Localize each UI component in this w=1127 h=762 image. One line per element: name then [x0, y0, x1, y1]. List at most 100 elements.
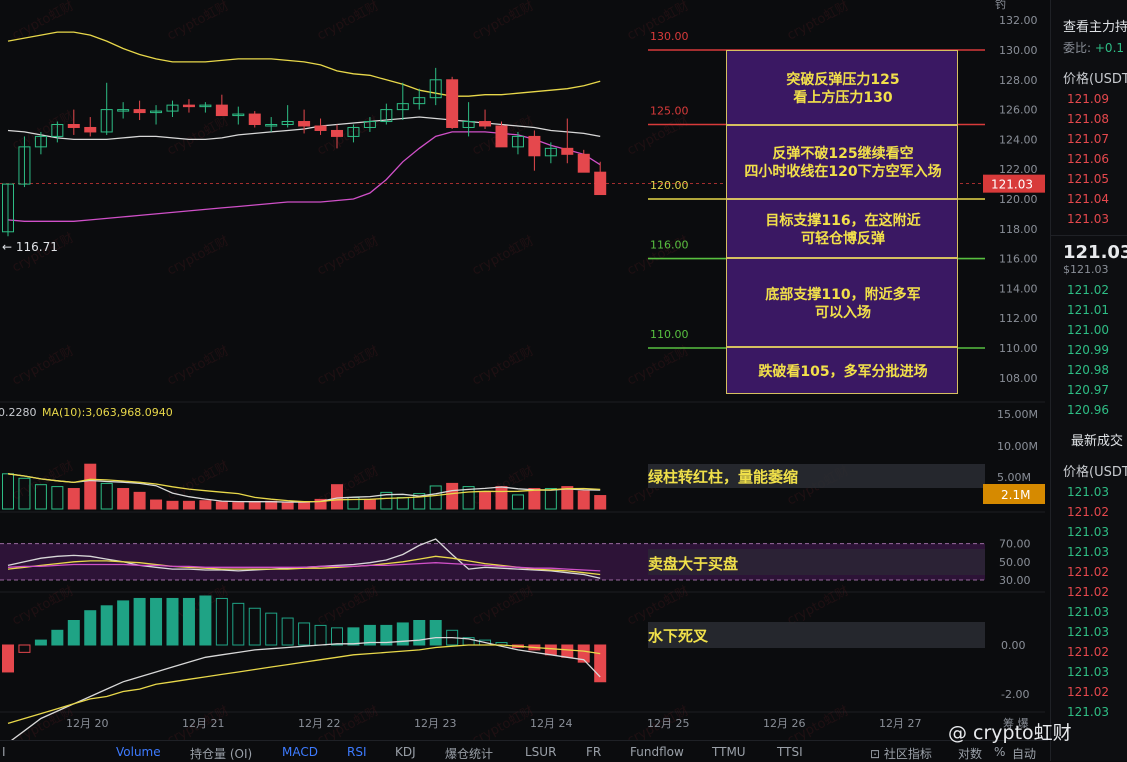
watermark-text: crypto虹财	[470, 0, 537, 44]
toolbar-item-6[interactable]: LSUR	[525, 745, 556, 759]
volume-bar	[577, 490, 590, 510]
trade-row: 121.03	[1067, 665, 1109, 679]
auto-toggle[interactable]: 自动	[1012, 745, 1036, 762]
price-tick: 118.00	[999, 223, 1038, 236]
toolbar-item-8[interactable]: Fundflow	[630, 745, 684, 759]
trade-row: 121.02	[1067, 585, 1109, 599]
trade-row: 121.03	[1067, 485, 1109, 499]
watermark-text: crypto虹财	[625, 344, 692, 389]
candle-body	[479, 121, 492, 127]
watermark-text: crypto虹财	[315, 234, 382, 279]
volume-bar	[232, 502, 245, 510]
macd-note: 水下死叉	[648, 627, 709, 645]
trades-header[interactable]: 最新成交	[1051, 430, 1127, 449]
toolbar-item-0[interactable]: Volume	[116, 745, 161, 759]
candle-body	[495, 125, 508, 148]
volume-bar	[67, 488, 80, 510]
volume-bar	[298, 501, 311, 510]
time-axis[interactable]: 12月 20 12月 21 12月 22 12月 23 12月 24 12月 25 12月 …	[66, 716, 1029, 730]
volume-bar	[479, 491, 492, 510]
macd-bar	[182, 597, 195, 646]
ask-row: 121.03	[1067, 212, 1109, 226]
ma-lower-line	[7, 131, 601, 222]
price-pane[interactable]: ← 116.71	[2, 31, 607, 254]
watermark-text: crypto虹财	[625, 114, 692, 159]
watermark-text: crypto虹财	[165, 0, 232, 44]
book-price-header: 价格(USDT	[1063, 72, 1127, 87]
watermark-text: crypto虹财	[315, 344, 382, 389]
toolbar-item-9[interactable]: TTMU	[712, 745, 746, 759]
price-axis[interactable]: 132.00 130.00 128.00 126.00 124.00 122.00 120.…	[983, 0, 1045, 385]
trades-price-header: 价格(USDT	[1063, 465, 1127, 480]
book-last-usd: $121.03	[1063, 263, 1109, 276]
candle-body	[561, 147, 574, 155]
ask-row: 121.09	[1067, 92, 1109, 106]
trade-row: 121.03	[1067, 525, 1109, 539]
log-toggle[interactable]: 对数	[958, 745, 982, 762]
book-last-price: 121.03	[1063, 242, 1127, 263]
ask-row: 121.04	[1067, 192, 1109, 206]
volume-pane[interactable]: 0.2280 MA(10):3,063,968.0940 15.00M 10.00M 5…	[0, 406, 1045, 510]
annotation-box: 目标支撑116，在这附近 可轻仓博反弹	[726, 199, 958, 258]
order-book-panel[interactable]: 查看主力持 委比: +0.1 价格(USDT 121.09 121.08 121.0…	[1050, 0, 1127, 761]
trade-row: 121.02	[1067, 685, 1109, 699]
watermark-text: crypto虹财	[625, 584, 692, 629]
candle-body	[298, 121, 311, 127]
price-tick: 124.00	[999, 133, 1038, 146]
macd-bar	[117, 600, 130, 646]
macd-bar	[215, 597, 228, 646]
macd-tick: 0.00	[1001, 639, 1026, 652]
book-header[interactable]: 查看主力持	[1051, 16, 1127, 35]
toolbar-item-4[interactable]: KDJ	[395, 745, 416, 759]
toolbar-item-7[interactable]: FR	[586, 745, 601, 759]
volume-bar	[561, 486, 574, 510]
level-label: 116.00	[650, 239, 689, 252]
volume-bar	[199, 500, 212, 510]
bid-list: 121.02 121.01 121.00 120.99 120.98 120.97 120.…	[1051, 280, 1127, 420]
price-tick: 110.00	[999, 342, 1038, 355]
volume-bar	[446, 482, 459, 510]
toolbar-item-2[interactable]: MACD	[282, 745, 318, 759]
price-tick: 108.00	[999, 372, 1038, 385]
macd-bar	[265, 612, 278, 646]
price-tick: 132.00	[999, 14, 1038, 27]
trade-row: 121.02	[1067, 505, 1109, 519]
trade-row: 121.03	[1067, 625, 1109, 639]
macd-bar	[248, 607, 261, 646]
bid-row: 121.02	[1067, 283, 1109, 297]
rsi-pane[interactable]: 70.00 50.00 30.00	[0, 538, 1031, 587]
macd-bar	[281, 617, 294, 646]
annotation-box: 突破反弹压力125 看上方压力130	[726, 50, 958, 125]
candle-body	[594, 171, 607, 196]
watermark-text: crypto虹财	[315, 0, 382, 44]
volume-bar	[281, 502, 294, 510]
bid-row: 120.98	[1067, 363, 1109, 377]
toolbar-item-3[interactable]: RSI	[347, 745, 367, 759]
watermark-text: crypto虹财	[10, 344, 77, 389]
volume-bar	[265, 500, 278, 510]
volume-ma-label: MA(10):3,063,968.0940	[42, 406, 173, 419]
candle-body	[446, 79, 459, 128]
top-left-glyph: 钓	[995, 0, 1006, 11]
macd-bar	[314, 624, 327, 646]
level-label: 125.00	[650, 105, 689, 118]
volume-bar	[396, 496, 409, 510]
toolbar-item-1[interactable]: 持仓量 (OI)	[190, 745, 252, 762]
ask-row: 121.05	[1067, 172, 1109, 186]
macd-bar	[413, 620, 426, 646]
level-label: 130.00	[650, 30, 689, 43]
macd-bar	[561, 644, 574, 658]
toolbar-item-10[interactable]: TTSI	[777, 745, 803, 759]
annotation-text: 突破反弹压力125 看上方压力130	[786, 71, 900, 106]
toolbar-item-5[interactable]: 爆仓统计	[445, 745, 493, 762]
price-tick: 122.00	[999, 163, 1038, 176]
brand-watermark: @ crypto虹财	[948, 722, 1072, 744]
annotation-box: 跌破看105，多军分批进场	[726, 347, 958, 394]
bid-row: 120.97	[1067, 383, 1109, 397]
rsi-tick: 50.00	[999, 556, 1031, 569]
trade-list: 121.03 121.02 121.03 121.03 121.02 121.02 121.…	[1051, 482, 1127, 722]
trade-row: 121.03	[1067, 545, 1109, 559]
macd-bar	[67, 620, 80, 646]
community-indicators-button[interactable]: ⊡ 社区指标	[870, 745, 932, 762]
percent-toggle[interactable]: %	[994, 745, 1005, 759]
